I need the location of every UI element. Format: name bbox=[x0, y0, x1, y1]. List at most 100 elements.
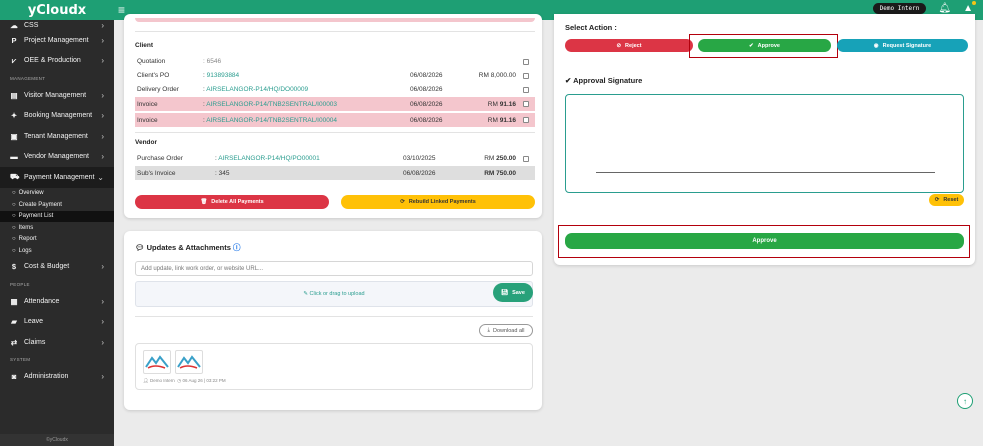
menu-toggle-icon[interactable]: ≡ bbox=[118, 3, 125, 17]
sidebar-item-label: Visitor Management bbox=[24, 91, 87, 99]
sidebar-item-booking-management[interactable]: ✦ Booking Management › bbox=[0, 106, 114, 127]
sidebar-subitem-label: Logs bbox=[18, 247, 32, 254]
rebuild-linked-payments-button[interactable]: ⟳ Rebuild Linked Payments bbox=[341, 195, 535, 209]
circle-icon: ○ bbox=[12, 190, 16, 197]
sidebar-item-visitor-management[interactable]: ▤ Visitor Management › bbox=[0, 85, 114, 106]
save-icon: 💾︎ bbox=[501, 289, 509, 296]
check-icon: ✔ bbox=[565, 76, 572, 85]
row-label: Delivery Order bbox=[137, 86, 179, 94]
arrow-up-icon: ↑ bbox=[963, 396, 967, 406]
bell-icon[interactable]: 🔔︎ bbox=[938, 3, 951, 14]
row-checkbox[interactable] bbox=[523, 86, 529, 93]
client-row-po: Client's PO : 913893884 06/08/2026 RM 8,… bbox=[135, 69, 535, 83]
request-signature-button[interactable]: ◉ Request Signature bbox=[837, 39, 968, 52]
amount-currency: RM bbox=[484, 155, 495, 163]
row-amount: RM 8,000.00 bbox=[478, 72, 516, 80]
row-ref-link[interactable]: AIRSELANGOR-P14/HQ/PO00001 bbox=[218, 155, 320, 162]
row-ref-value: 6546 bbox=[206, 58, 222, 66]
signature-pad[interactable] bbox=[565, 94, 964, 193]
user-icon: 👤︎ bbox=[143, 378, 149, 383]
sidebar-section-management: MANAGEMENT bbox=[10, 75, 46, 81]
sidebar-item-css[interactable]: ☁ CSS › bbox=[0, 20, 114, 30]
updates-title: 💬︎ Updates & Attachments ⓘ bbox=[135, 243, 241, 252]
chevron-right-icon: › bbox=[101, 20, 104, 30]
button-label: Request Signature bbox=[882, 42, 932, 49]
calendar-icon: ▦ bbox=[10, 296, 18, 306]
chevron-right-icon: › bbox=[101, 317, 104, 327]
row-checkbox[interactable] bbox=[523, 155, 529, 162]
row-checkbox[interactable] bbox=[523, 117, 529, 123]
sidebar-item-oee-production[interactable]: ⩗ OEE & Production › bbox=[0, 51, 114, 72]
approve-button[interactable]: Approve bbox=[565, 233, 964, 249]
sidebar-subitem-label: Items bbox=[18, 224, 34, 231]
reject-button[interactable]: ⊘ Reject bbox=[565, 39, 693, 52]
row-label: Purchase Order bbox=[137, 155, 183, 163]
button-label: Download all bbox=[492, 327, 525, 334]
notification-icon[interactable]: ▲ bbox=[963, 1, 976, 14]
row-date: 06/08/2026 bbox=[403, 169, 436, 177]
sidebar-item-claims[interactable]: ⇄ Claims › bbox=[0, 332, 114, 353]
sidebar-item-administration[interactable]: ◙ Administration › bbox=[0, 367, 114, 388]
chevron-right-icon: › bbox=[101, 56, 104, 66]
signature-title-text: Approval Signature bbox=[573, 76, 643, 85]
row-ref-value: 345 bbox=[218, 169, 230, 177]
eye-icon: ◉ bbox=[873, 42, 879, 49]
sidebar-item-tenant-management[interactable]: ▣ Tenant Management › bbox=[0, 126, 114, 147]
sidebar-item-payment-management[interactable]: ⛟ Payment Management ⌄ bbox=[0, 167, 114, 188]
info-icon[interactable]: ⓘ bbox=[233, 243, 241, 252]
sidebar-subitem-overview[interactable]: ○ Overview bbox=[0, 188, 114, 200]
chevron-right-icon: › bbox=[101, 152, 104, 162]
sidebar-item-leave[interactable]: ▰ Leave › bbox=[0, 312, 114, 333]
sidebar-section-people: PEOPLE bbox=[10, 281, 30, 287]
row-ref: : AIRSELANGOR-P14/HQ/PO00001 bbox=[215, 155, 320, 163]
row-checkbox[interactable] bbox=[523, 58, 529, 65]
sidebar-item-attendance[interactable]: ▦ Attendance › bbox=[0, 291, 114, 312]
brand-logo[interactable]: yCloudx bbox=[0, 3, 114, 18]
sidebar-item-label: Booking Management bbox=[24, 112, 93, 120]
row-label: Quotation bbox=[137, 58, 166, 66]
row-ref-link[interactable]: AIRSELANGOR-P14/HQ/DO00009 bbox=[206, 86, 308, 93]
user-badge[interactable]: Demo Intern bbox=[872, 3, 927, 14]
sidebar-item-label: Payment Management bbox=[24, 173, 95, 181]
sidebar-item-label: CSS bbox=[24, 21, 39, 29]
sidebar-subitem-report[interactable]: ○ Report bbox=[0, 234, 114, 246]
row-ref-link[interactable]: AIRSELANGOR-P14/TNB2SENTRAL/I00003 bbox=[206, 101, 337, 108]
circle-icon: ○ bbox=[12, 224, 16, 231]
sidebar-subitem-label: Report bbox=[18, 236, 37, 243]
attachment-thumbnail[interactable] bbox=[143, 350, 171, 374]
chevron-right-icon: › bbox=[101, 90, 104, 100]
save-button[interactable]: 💾︎ Save bbox=[493, 283, 533, 302]
row-label: Invoice bbox=[137, 100, 158, 108]
row-ref-link[interactable]: AIRSELANGOR-P14/TNB2SENTRAL/I00004 bbox=[206, 117, 337, 124]
row-ref-link[interactable]: 913893884 bbox=[207, 72, 240, 79]
circle-icon: ○ bbox=[12, 213, 16, 220]
attachment-thumbnail[interactable] bbox=[175, 350, 203, 374]
divider bbox=[135, 31, 535, 32]
divider bbox=[135, 316, 533, 317]
sidebar-subitem-logs[interactable]: ○ Logs bbox=[0, 245, 114, 257]
upload-dropzone[interactable]: ✎ Click or drag to upload bbox=[135, 281, 533, 307]
sidebar-subitem-create-payment[interactable]: ○ Create Payment bbox=[0, 199, 114, 211]
delete-all-payments-button[interactable]: 🗑︎ Delete All Payments bbox=[135, 195, 329, 209]
client-row-invoice: Invoice : AIRSELANGOR-P14/TNB2SENTRAL/I0… bbox=[135, 97, 535, 111]
bed-icon: ▰ bbox=[11, 317, 17, 327]
refresh-icon: ⟳ bbox=[400, 199, 405, 205]
reset-button[interactable]: ⟳ Reset bbox=[929, 194, 964, 206]
sidebar-item-project-management[interactable]: P Project Management › bbox=[0, 30, 114, 51]
sidebar-item-vendor-management[interactable]: ▬ Vendor Management › bbox=[0, 147, 114, 168]
id-card-icon: ▤ bbox=[10, 90, 18, 100]
update-input[interactable]: Add update, link work order, or website … bbox=[135, 261, 533, 276]
sidebar-subitem-items[interactable]: ○ Items bbox=[0, 222, 114, 234]
scroll-to-top-button[interactable]: ↑ bbox=[957, 393, 973, 409]
row-checkbox[interactable] bbox=[523, 101, 529, 107]
meta-time: 06 Aug 26 | 03:22 PM bbox=[182, 378, 226, 383]
row-ref: : AIRSELANGOR-P14/HQ/DO00009 bbox=[203, 86, 309, 94]
row-label: Invoice bbox=[137, 116, 158, 124]
sidebar-subitem-payment-list[interactable]: ○ Payment List bbox=[0, 210, 114, 222]
refresh-icon: ⟳ bbox=[934, 197, 940, 203]
logo-thumb-icon bbox=[177, 355, 201, 369]
sidebar-section-system: SYSTEM bbox=[10, 357, 31, 362]
sidebar-item-cost-budget[interactable]: $ Cost & Budget › bbox=[0, 257, 114, 278]
row-checkbox[interactable] bbox=[523, 72, 529, 79]
download-all-button[interactable]: ⤓ Download all bbox=[479, 324, 533, 337]
